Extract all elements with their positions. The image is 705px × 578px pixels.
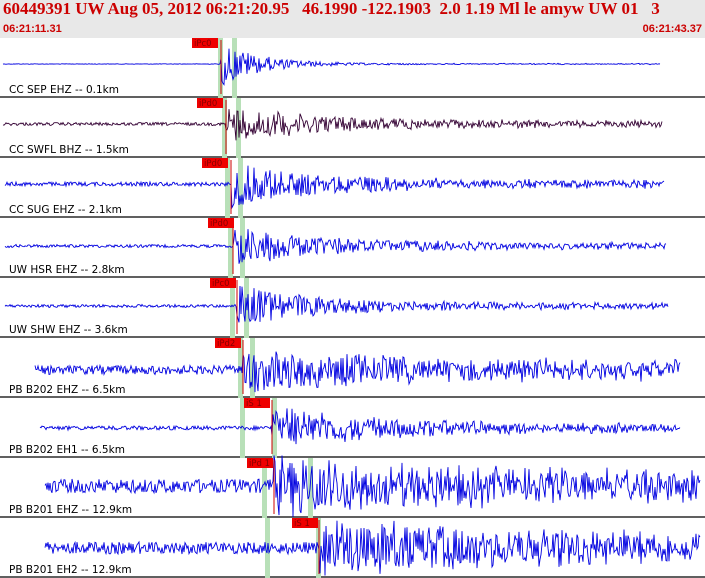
waveform-trace [44,455,701,517]
seismogram-plot[interactable]: iPc0 CC SEP EHZ -- 0.1km iPd0 CC SWFL BHZ -… [0,38,705,578]
channel-label: PB B201 EHZ -- 12.9km [9,504,132,516]
channel-label: CC SUG EHZ -- 2.1km [9,204,122,216]
end-time: 06:21:43.37 [642,23,702,35]
channel-label: PB B202 EH1 -- 6.5km [9,444,125,456]
trace-panel[interactable]: iS 1 PB B201 EH2 -- 12.9km [9,518,701,578]
waveform-trace [34,351,681,393]
channel-label: PB B202 EHZ -- 6.5km [9,384,125,396]
channel-label: CC SWFL BHZ -- 1.5km [9,144,129,156]
trace-panel[interactable]: iPc0 CC SEP EHZ -- 0.1km [2,38,661,98]
pick-label: iPd0 [210,219,228,229]
trace-panel[interactable]: iPd0 CC SWFL BHZ -- 1.5km [2,98,663,158]
waveform-trace [2,109,663,141]
trace-panel[interactable]: iPd 1 PB B201 EHZ -- 12.9km [9,455,701,519]
pick-window [238,158,243,218]
event-header: 60449391 UW Aug 05, 2012 06:21:20.95 46.… [0,0,705,38]
waveform-trace [39,408,681,445]
waveform-trace [4,229,667,264]
pick-label: iPd 1 [249,459,270,469]
waveform-trace [4,285,669,323]
waveform-trace [2,48,661,86]
waveform-trace [4,165,665,210]
trace-panel[interactable]: iPd0 UW HSR EHZ -- 2.8km [4,218,667,278]
channel-label: PB B201 EH2 -- 12.9km [9,564,132,576]
start-time: 06:21:11.31 [3,23,62,35]
seismogram-svg[interactable]: iPc0 CC SEP EHZ -- 0.1km iPd0 CC SWFL BHZ -… [0,38,705,578]
trace-panel[interactable]: iPd0 CC SUG EHZ -- 2.1km [4,158,665,218]
event-title: 60449391 UW Aug 05, 2012 06:21:20.95 46.… [3,0,660,18]
trace-panel[interactable]: iS 1 PB B202 EH1 -- 6.5km [9,398,681,458]
trace-panel[interactable]: iPc0 UW SHW EHZ -- 3.6km [4,278,669,338]
channel-label: CC SEP EHZ -- 0.1km [9,84,119,96]
pick-label: iS 1 [294,519,310,529]
pick-label: iPc0 [194,39,212,49]
waveform-trace [44,520,701,576]
pick-label: iPd2 [217,339,235,349]
pick-label: iPd0 [204,159,222,169]
channel-label: UW HSR EHZ -- 2.8km [9,264,125,276]
channel-label: UW SHW EHZ -- 3.6km [9,324,128,336]
pick-label: iPc0 [212,279,230,289]
pick-label: iS 1 [246,399,262,409]
trace-panel[interactable]: iPd2 PB B202 EHZ -- 6.5km [9,338,681,398]
pick-label: iPd0 [199,99,217,109]
